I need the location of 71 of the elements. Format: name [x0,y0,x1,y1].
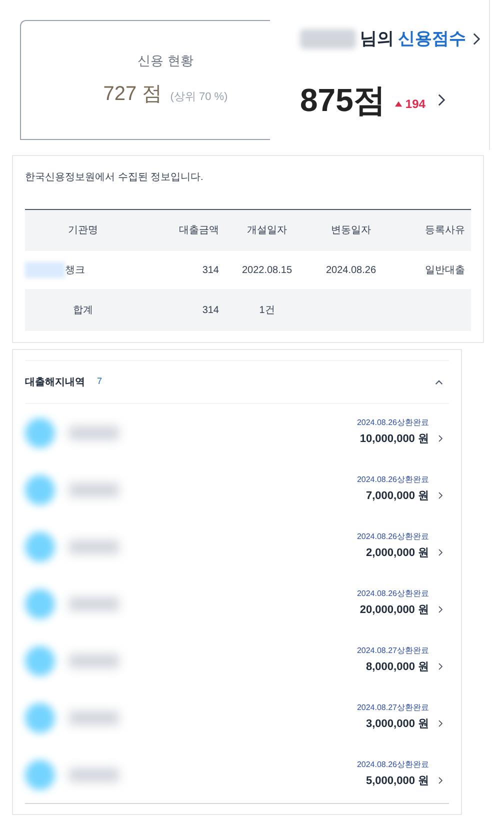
loan-item[interactable]: 2024.08.26상환완료 10,000,000 원 [25,404,449,461]
repaid-status: 2024.08.27상환완료 [356,645,429,658]
table-cell-text: 일반대출 [424,264,466,278]
redacted-logo [25,588,55,618]
credit-score: 875점 [300,81,386,120]
count-text: 7 [97,375,102,388]
loan-item[interactable]: 2024.08.26상환완료 7,000,000 원 [25,461,449,518]
column-header: 대출금액 [178,224,220,238]
up-triangle-icon [395,101,402,107]
redacted-logo [25,532,55,562]
chevron-right-icon[interactable] [438,605,443,614]
column-header: 개설일자 [246,224,288,238]
chevron-right-icon[interactable] [438,548,443,557]
table-cell-text: 1건 [258,304,276,318]
chevron-right-icon[interactable] [438,662,443,671]
column-header: 기관명 [67,224,99,238]
loan-amount: 20,000,000 원 [360,603,429,618]
collapse-caret-icon[interactable] [435,380,443,384]
table-cell-text: 2022.08.15 [240,264,294,278]
loan-item[interactable]: 2024.08.27상환완료 3,000,000 원 [25,689,449,746]
loan-amount: 7,000,000 원 [366,489,429,504]
redacted-name [69,426,119,440]
notice-text: 한국신용정보원에서 수집된 정보입니다. [25,171,204,185]
repaid-status: 2024.08.26상환완료 [356,759,429,772]
chevron-right-icon[interactable] [472,32,481,46]
chevron-right-icon[interactable] [438,434,443,443]
chevron-right-icon[interactable] [438,719,443,728]
repaid-status: 2024.08.26상환완료 [356,474,429,486]
column-header: 변동일자 [330,224,372,238]
column-header: 등록사유 [424,224,466,238]
repaid-status: 2024.08.26상환완료 [356,531,429,544]
card-title: 신용 현황 [138,52,194,70]
loan-item[interactable]: 2024.08.26상환완료 20,000,000 원 [25,575,449,632]
loan-amount: 3,000,000 원 [366,717,429,732]
chevron-right-icon[interactable] [437,93,446,107]
name-suffix: 님의 [360,28,394,50]
table-cell-text: 2024.08.26 [324,264,378,278]
redacted-name [69,540,119,554]
loan-amount: 10,000,000 원 [360,432,429,448]
loan-item[interactable]: 2024.08.26상환완료 5,000,000 원 [25,746,449,803]
percentile-text: (상위 70 %) [170,90,228,105]
repaid-status: 2024.08.26상환완료 [356,588,429,600]
loan-item[interactable]: 2024.08.27상환완료 8,000,000 원 [25,632,449,689]
chevron-right-icon[interactable] [438,776,443,785]
redacted-logo [25,760,55,790]
score-text: 727 점 [103,82,162,107]
redacted-name [25,262,65,278]
redacted-name [300,29,356,49]
loan-amount: 2,000,000 원 [366,546,429,562]
score-change: 194 [405,96,426,113]
redacted-logo [25,418,55,448]
table-cell-text: 314 [201,304,220,318]
redacted-name [69,768,119,782]
loan-amount: 5,000,000 원 [366,774,429,790]
redacted-name [69,654,119,668]
redacted-name [69,710,119,724]
table-cell-text: 314 [201,264,220,278]
chevron-right-icon[interactable] [438,491,443,500]
redacted-name [69,596,119,610]
repaid-status: 2024.08.26상환완료 [356,417,429,430]
repaid-status: 2024.08.27상환완료 [356,702,429,714]
loan-amount: 8,000,000 원 [366,660,429,676]
redacted-name [69,482,119,496]
section-title: 대출해지내역 [25,376,85,390]
redacted-logo [25,646,55,676]
credit-score-link[interactable]: 신용점수 [398,26,466,52]
loan-item[interactable]: 2024.08.26상환완료 2,000,000 원 [25,518,449,575]
redacted-logo [25,474,55,504]
table-cell-text: 합계 [72,304,94,318]
table-cell-text: 챙크 [65,264,85,278]
redacted-logo [25,702,55,732]
